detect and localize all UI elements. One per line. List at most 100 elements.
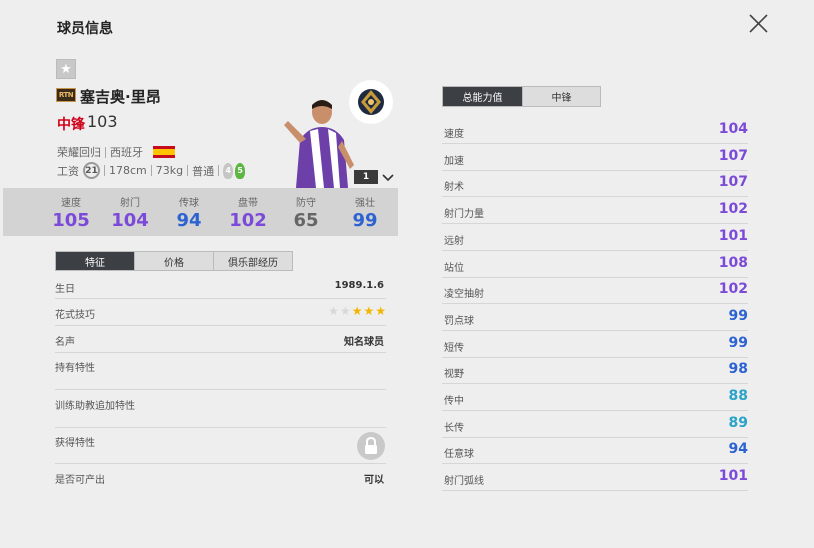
- attribute-row: 远射 101: [442, 224, 748, 251]
- skill-stars: ★ ★ ★ ★ ★: [328, 305, 386, 317]
- attribute-value: 101: [718, 227, 748, 244]
- tab-overall-attributes[interactable]: 总能力值: [443, 87, 522, 106]
- height: 178cm: [109, 164, 147, 177]
- star-icon: ★: [375, 304, 386, 318]
- attribute-label: 射术: [444, 182, 464, 194]
- attribute-value: 98: [728, 361, 748, 378]
- attribute-value: 102: [718, 281, 748, 298]
- attribute-row: 任意球 94: [442, 437, 748, 465]
- attribute-label: 加速: [444, 155, 464, 167]
- stat-value: 105: [52, 210, 90, 231]
- attribute-row: 射门弧线 101: [442, 464, 748, 492]
- attribute-row: 速度 104: [442, 117, 748, 144]
- stat-value: 94: [176, 210, 202, 231]
- attribute-value: 101: [718, 468, 748, 485]
- stat-passing: 传球 94: [164, 194, 214, 231]
- acquired-traits-label: 获得特性: [55, 438, 95, 449]
- stat-pace: 速度 105: [46, 194, 96, 231]
- star-icon: ★: [328, 304, 339, 318]
- info-tabs: 特征 价格 俱乐部经历: [55, 251, 293, 271]
- chevron-down-icon[interactable]: [381, 170, 395, 184]
- attribute-row: 视野 98: [442, 357, 748, 385]
- attribute-value: 107: [718, 147, 748, 164]
- strong-foot-icon: 5: [235, 162, 246, 179]
- stat-label: 传球: [179, 198, 199, 209]
- attribute-row: 凌空抽射 102: [442, 277, 748, 305]
- attribute-row: 射术 107: [442, 170, 748, 198]
- tab-price[interactable]: 价格: [134, 252, 213, 270]
- divider: [150, 165, 152, 176]
- body-type: 普通: [192, 164, 215, 178]
- summary-stats: 速度 105 射门 104 传球 94 盘带 102 防守 65 强壮 99: [3, 188, 398, 236]
- stat-physical: 强壮 99: [340, 194, 390, 231]
- fame-value: 知名球员: [344, 337, 384, 348]
- divider: [105, 146, 106, 158]
- coach-traits-label: 训练助教追加特性: [55, 401, 135, 412]
- lock-icon: [357, 432, 385, 460]
- favorite-star-icon[interactable]: ★: [56, 59, 76, 79]
- stat-shooting: 射门 104: [105, 194, 155, 231]
- coach-traits-row: 训练助教追加特性: [55, 397, 386, 428]
- attribute-label: 罚点球: [444, 315, 474, 327]
- player-position: 中锋: [57, 117, 85, 133]
- tab-position-striker[interactable]: 中锋: [522, 87, 600, 106]
- attribute-row: 传中 88: [442, 384, 748, 411]
- attribute-value: 94: [728, 441, 748, 458]
- star-icon: ★: [351, 304, 363, 318]
- divider: [187, 165, 189, 176]
- attribute-value: 99: [728, 334, 748, 351]
- fame-label: 名声: [55, 337, 75, 348]
- attribute-label: 长传: [444, 422, 464, 434]
- tab-club-history[interactable]: 俱乐部经历: [213, 252, 292, 270]
- divider: [104, 165, 105, 176]
- player-meta-row: 荣耀回归 西班牙: [57, 144, 175, 160]
- divider: [218, 165, 220, 176]
- attribute-label: 短传: [444, 342, 464, 354]
- stat-label: 速度: [61, 198, 81, 209]
- attribute-value: 104: [718, 121, 748, 137]
- attribute-label: 传中: [444, 396, 464, 407]
- stat-defending: 防守 65: [281, 194, 331, 231]
- salary-label: 工资: [57, 164, 79, 178]
- stat-label: 盘带: [238, 198, 258, 209]
- star-icon: ★: [339, 304, 351, 318]
- season-name: 荣耀回归: [57, 146, 101, 159]
- traits-row: 持有特性: [55, 359, 386, 390]
- close-icon[interactable]: [746, 12, 770, 36]
- attribute-value: 108: [718, 254, 748, 271]
- player-overall: 103: [87, 112, 118, 131]
- stat-value: 99: [352, 210, 378, 231]
- attribute-value: 88: [728, 388, 748, 404]
- salary-value: 21: [83, 162, 100, 179]
- attribute-label: 任意球: [444, 449, 474, 461]
- nationality: 西班牙: [110, 146, 143, 159]
- weak-foot-icon: 4: [223, 162, 234, 179]
- acquired-traits-row: 获得特性: [55, 434, 386, 464]
- birth-value: 1989.1.6: [334, 280, 384, 291]
- attribute-row: 罚点球 99: [442, 304, 748, 331]
- stat-label: 射门: [120, 198, 140, 209]
- tradable-row: 是否可产出 可以: [55, 471, 386, 489]
- enhance-level[interactable]: 1: [354, 170, 378, 184]
- stat-value: 104: [111, 210, 149, 231]
- player-photo: [280, 95, 360, 188]
- attribute-label: 射门弧线: [444, 476, 484, 488]
- attribute-value: 107: [718, 174, 748, 191]
- birth-row: 生日 1989.1.6: [55, 280, 386, 299]
- attribute-label: 远射: [444, 235, 464, 247]
- stat-dribbling: 盘带 102: [223, 194, 273, 231]
- stat-label: 强壮: [355, 198, 375, 209]
- season-badge: RTN: [56, 88, 76, 102]
- player-body-row: 工资 21 178cm 73kg 普通 4 5: [57, 162, 246, 179]
- tab-traits[interactable]: 特征: [56, 252, 134, 270]
- star-icon: ★: [363, 304, 375, 318]
- stat-label: 防守: [296, 198, 316, 209]
- attribute-value: 99: [728, 307, 748, 324]
- attribute-label: 速度: [444, 129, 464, 140]
- stat-value: 65: [293, 210, 319, 231]
- attribute-label: 视野: [444, 369, 464, 381]
- page-title: 球员信息: [57, 21, 113, 37]
- tradable-value: 可以: [364, 475, 384, 486]
- attribute-row: 长传 89: [442, 411, 748, 438]
- skill-row: 花式技巧 ★ ★ ★ ★ ★: [55, 305, 386, 326]
